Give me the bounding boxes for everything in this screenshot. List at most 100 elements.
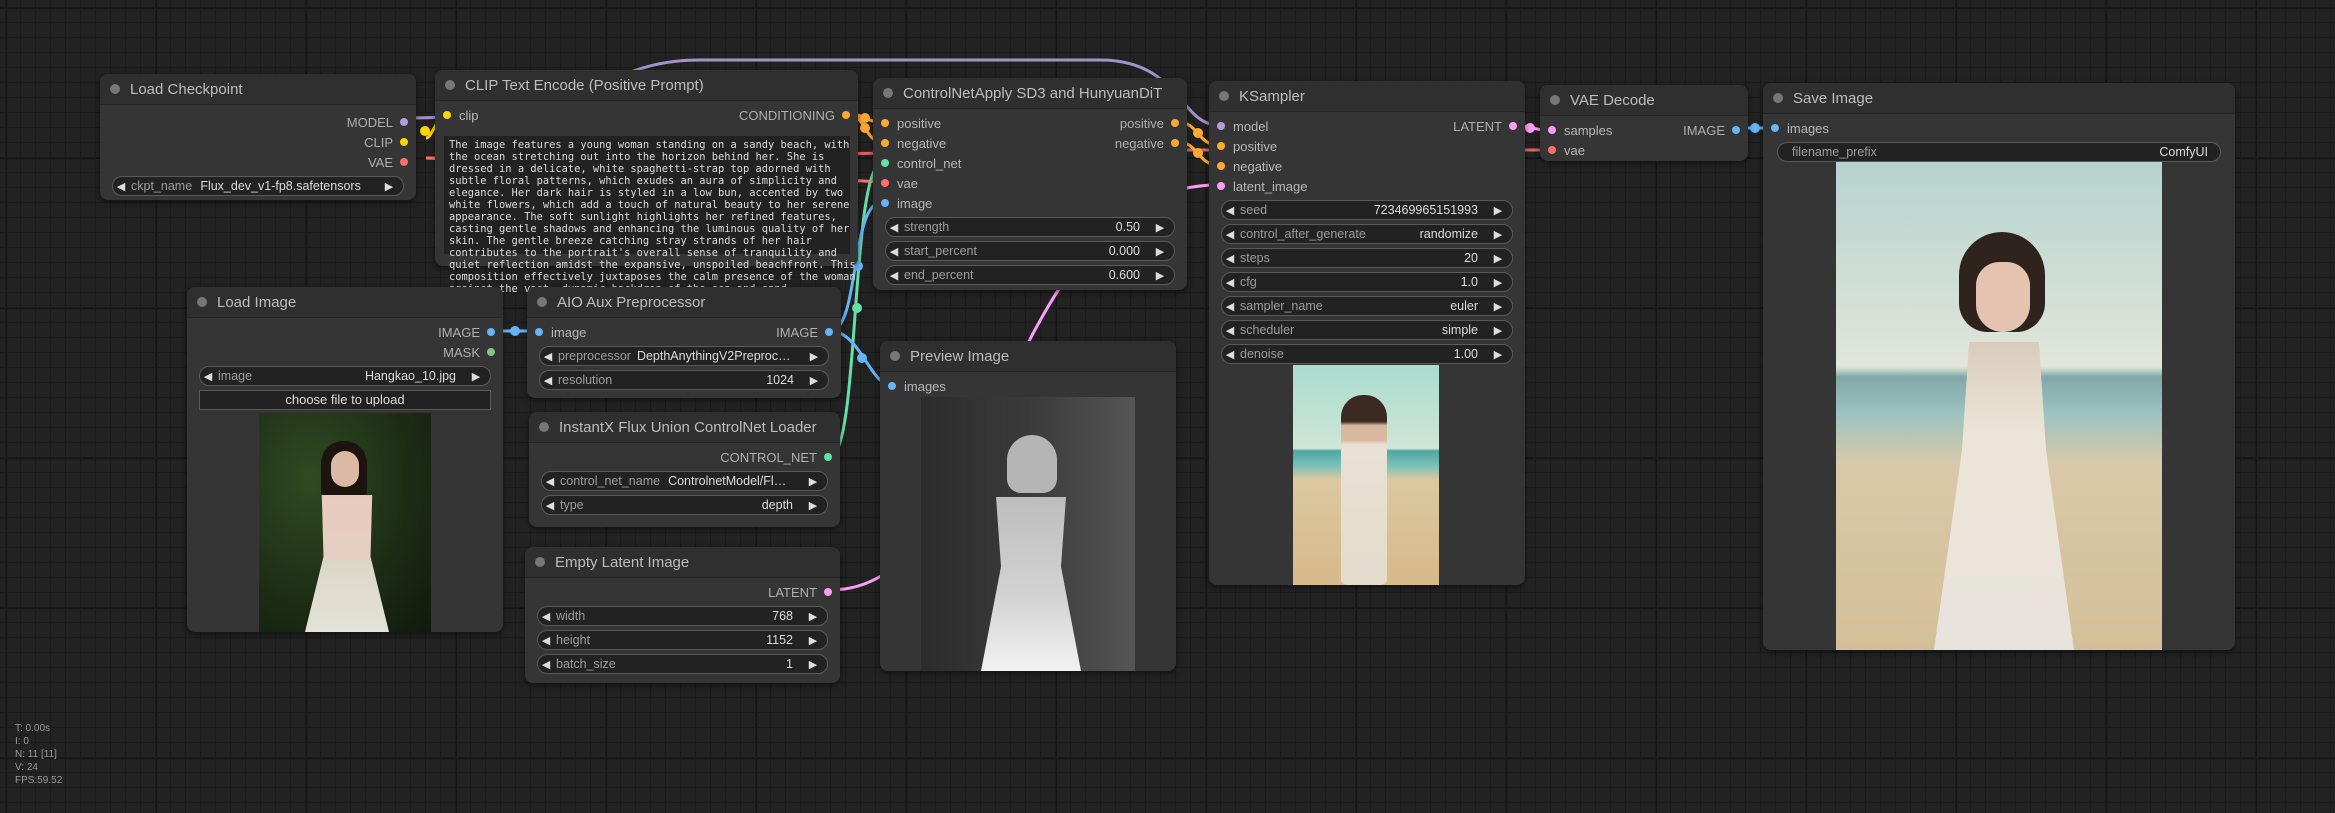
arrow-left-icon[interactable]: ◀	[1222, 228, 1238, 241]
widget-seed[interactable]: ◀ seed 723469965151993 ▶	[1221, 200, 1513, 220]
widget-resolution[interactable]: ◀ resolution 1024 ▶	[539, 370, 829, 390]
slot-dot-icon[interactable]	[1771, 124, 1779, 132]
arrow-left-icon[interactable]: ◀	[542, 475, 558, 488]
node-preview-image[interactable]: Preview Image images	[880, 341, 1176, 671]
output-slot-image[interactable]: IMAGE	[1683, 120, 1740, 140]
slot-dot-icon[interactable]	[1732, 126, 1740, 134]
input-slot-images[interactable]: images	[1771, 118, 1829, 138]
arrow-left-icon[interactable]: ◀	[1222, 300, 1238, 313]
input-slot-vae[interactable]: vae	[1548, 140, 1585, 160]
node-title-bar[interactable]: Save Image	[1763, 83, 2235, 114]
arrow-right-icon[interactable]: ▶	[806, 374, 822, 387]
input-slot-positive[interactable]: positive	[1217, 136, 1277, 156]
node-title-bar[interactable]: KSampler	[1209, 81, 1525, 112]
output-slot-conditioning[interactable]: CONDITIONING	[739, 105, 850, 125]
slot-dot-icon[interactable]	[1171, 119, 1179, 127]
slot-dot-icon[interactable]	[1217, 122, 1225, 130]
slot-dot-icon[interactable]	[881, 199, 889, 207]
widget-batch-size[interactable]: ◀ batch_size 1 ▶	[537, 654, 828, 674]
node-clip-text-encode[interactable]: CLIP Text Encode (Positive Prompt) clip …	[435, 70, 858, 295]
input-slot-control-net[interactable]: control_net	[881, 153, 961, 173]
slot-dot-icon[interactable]	[400, 138, 408, 146]
arrow-left-icon[interactable]: ◀	[538, 610, 554, 623]
slot-dot-icon[interactable]	[881, 159, 889, 167]
output-slot-control-net[interactable]: CONTROL_NET	[720, 447, 832, 467]
input-slot-negative[interactable]: negative	[881, 133, 946, 153]
arrow-left-icon[interactable]: ◀	[1222, 324, 1238, 337]
arrow-left-icon[interactable]: ◀	[200, 370, 216, 383]
arrow-right-icon[interactable]: ▶	[1152, 245, 1168, 258]
arrow-right-icon[interactable]: ▶	[1152, 269, 1168, 282]
output-slot-image[interactable]: IMAGE	[776, 322, 833, 342]
arrow-right-icon[interactable]: ▶	[381, 180, 397, 193]
widget-denoise[interactable]: ◀ denoise 1.00 ▶	[1221, 344, 1513, 364]
slot-dot-icon[interactable]	[881, 179, 889, 187]
arrow-left-icon[interactable]: ◀	[1222, 348, 1238, 361]
slot-dot-icon[interactable]	[824, 453, 832, 461]
widget-scheduler[interactable]: ◀ scheduler simple ▶	[1221, 320, 1513, 340]
slot-dot-icon[interactable]	[824, 588, 832, 596]
node-save-image[interactable]: Save Image images filename_prefix ComfyUI	[1763, 83, 2235, 650]
collapse-dot-icon[interactable]	[445, 80, 455, 90]
arrow-right-icon[interactable]: ▶	[1490, 252, 1506, 265]
input-slot-image[interactable]: image	[881, 193, 932, 213]
slot-dot-icon[interactable]	[400, 158, 408, 166]
collapse-dot-icon[interactable]	[197, 297, 207, 307]
collapse-dot-icon[interactable]	[1219, 91, 1229, 101]
arrow-right-icon[interactable]: ▶	[1490, 276, 1506, 289]
node-ksampler[interactable]: KSampler model LATENT positive negative …	[1209, 81, 1525, 585]
slot-dot-icon[interactable]	[1548, 146, 1556, 154]
node-load-checkpoint[interactable]: Load Checkpoint MODEL CLIP VAE ◀ ckpt_na…	[100, 74, 416, 200]
slot-dot-icon[interactable]	[1217, 142, 1225, 150]
widget-type[interactable]: ◀ type depth ▶	[541, 495, 828, 515]
arrow-left-icon[interactable]: ◀	[886, 221, 902, 234]
node-title-bar[interactable]: AIO Aux Preprocessor	[527, 287, 841, 318]
widget-steps[interactable]: ◀ steps 20 ▶	[1221, 248, 1513, 268]
arrow-right-icon[interactable]: ▶	[805, 658, 821, 671]
node-title-bar[interactable]: Load Checkpoint	[100, 74, 416, 105]
input-slot-clip[interactable]: clip	[443, 105, 479, 125]
node-empty-latent-image[interactable]: Empty Latent Image LATENT ◀ width 768 ▶ ◀ he…	[525, 547, 840, 683]
arrow-left-icon[interactable]: ◀	[113, 180, 129, 193]
node-title-bar[interactable]: InstantX Flux Union ControlNet Loader	[529, 412, 840, 443]
input-slot-negative[interactable]: negative	[1217, 156, 1282, 176]
node-aio-aux-preprocessor[interactable]: AIO Aux Preprocessor image IMAGE ◀ prepro…	[527, 287, 841, 398]
widget-control-net-name[interactable]: ◀ control_net_name ControlnetModel/Flu… ▶	[541, 471, 828, 491]
node-vae-decode[interactable]: VAE Decode samples IMAGE vae	[1540, 85, 1748, 161]
arrow-left-icon[interactable]: ◀	[886, 269, 902, 282]
widget-start-percent[interactable]: ◀ start_percent 0.000 ▶	[885, 241, 1175, 261]
node-title-bar[interactable]: ControlNetApply SD3 and HunyuanDiT	[873, 78, 1187, 109]
output-slot-mask[interactable]: MASK	[443, 342, 495, 362]
output-slot-negative[interactable]: negative	[1115, 133, 1179, 153]
arrow-left-icon[interactable]: ◀	[540, 374, 556, 387]
widget-filename-prefix[interactable]: filename_prefix ComfyUI	[1777, 142, 2221, 162]
output-slot-image[interactable]: IMAGE	[438, 322, 495, 342]
node-controlnet-loader[interactable]: InstantX Flux Union ControlNet Loader CO…	[529, 412, 840, 527]
widget-control-after-generate[interactable]: ◀ control_after_generate randomize ▶	[1221, 224, 1513, 244]
node-title-bar[interactable]: Preview Image	[880, 341, 1176, 372]
node-load-image[interactable]: Load Image IMAGE MASK ◀ image Hangkao_10.j…	[187, 287, 503, 632]
collapse-dot-icon[interactable]	[535, 557, 545, 567]
input-slot-latent-image[interactable]: latent_image	[1217, 176, 1307, 196]
input-slot-vae[interactable]: vae	[881, 173, 918, 193]
collapse-dot-icon[interactable]	[1773, 93, 1783, 103]
input-slot-model[interactable]: model	[1217, 116, 1268, 136]
widget-sampler-name[interactable]: ◀ sampler_name euler ▶	[1221, 296, 1513, 316]
input-slot-samples[interactable]: samples	[1548, 120, 1612, 140]
slot-dot-icon[interactable]	[400, 118, 408, 126]
collapse-dot-icon[interactable]	[1550, 95, 1560, 105]
node-title-bar[interactable]: Empty Latent Image	[525, 547, 840, 578]
node-controlnet-apply[interactable]: ControlNetApply SD3 and HunyuanDiT posit…	[873, 78, 1187, 290]
widget-image[interactable]: ◀ image Hangkao_10.jpg ▶	[199, 366, 491, 386]
arrow-left-icon[interactable]: ◀	[1222, 276, 1238, 289]
collapse-dot-icon[interactable]	[890, 351, 900, 361]
input-slot-image[interactable]: image	[535, 322, 586, 342]
output-slot-vae[interactable]: VAE	[368, 152, 408, 172]
arrow-right-icon[interactable]: ▶	[805, 475, 821, 488]
slot-dot-icon[interactable]	[1217, 182, 1225, 190]
prompt-textarea[interactable]: The image features a young woman standin…	[444, 136, 856, 295]
node-title-bar[interactable]: Load Image	[187, 287, 503, 318]
arrow-right-icon[interactable]: ▶	[805, 499, 821, 512]
output-slot-latent[interactable]: LATENT	[768, 582, 832, 602]
arrow-right-icon[interactable]: ▶	[806, 350, 822, 363]
